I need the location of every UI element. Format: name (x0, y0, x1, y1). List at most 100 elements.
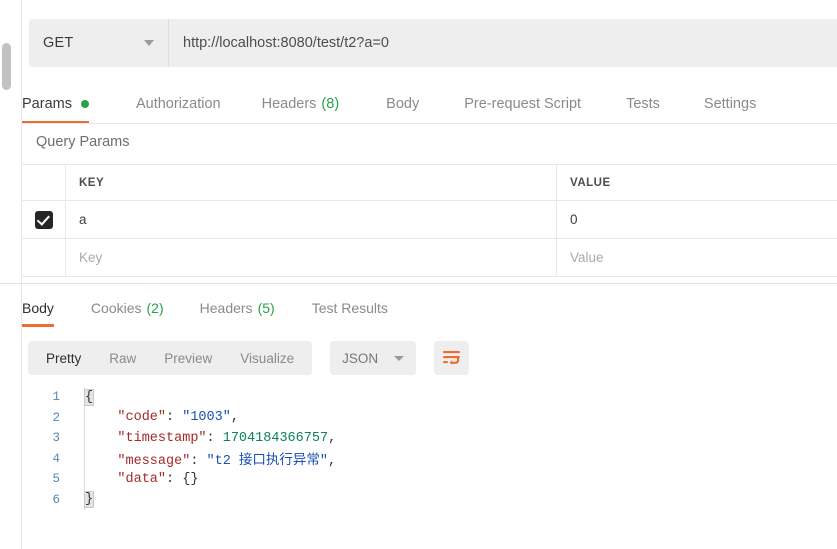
line-number: 4 (52, 451, 60, 466)
response-tab-label: Headers (199, 300, 253, 316)
app-scrollbar-track[interactable] (0, 0, 13, 549)
param-value-cell[interactable]: Value (557, 239, 837, 276)
code-line: 1{ (28, 387, 828, 408)
table-row[interactable]: a0 (22, 201, 837, 239)
json-token-punct: : (190, 454, 207, 470)
request-tab-pre-request-script[interactable]: Pre-request Script (464, 83, 581, 124)
param-value-cell[interactable]: 0 (557, 201, 837, 238)
line-number: 5 (52, 472, 60, 487)
request-tabs-divider (22, 123, 837, 124)
code-text: "data": {} (85, 472, 198, 487)
json-token-brace-hl: } (83, 491, 95, 509)
response-tab-body[interactable]: Body (22, 289, 54, 327)
header-cell-checkbox (22, 165, 66, 200)
request-tab-headers[interactable]: Headers (8) (262, 83, 340, 124)
request-tab-label: Params (22, 95, 72, 112)
response-section-divider (0, 283, 837, 284)
line-number: 1 (52, 390, 60, 405)
line-number: 2 (52, 410, 60, 425)
row-checkbox-cell (22, 201, 66, 238)
http-method-selector[interactable]: GET (29, 19, 168, 67)
param-key-cell[interactable]: Key (66, 239, 557, 276)
param-value-text: 0 (570, 212, 578, 227)
json-token-key: "timestamp" (117, 430, 207, 446)
response-tab-test-results[interactable]: Test Results (312, 289, 388, 327)
json-token-str: "1003" (182, 410, 231, 426)
response-language-selector[interactable]: JSON (330, 341, 417, 375)
request-tab-params[interactable]: Params (22, 83, 89, 124)
response-format-toolbar: Pretty Raw Preview Visualize JSON (28, 341, 470, 375)
view-mode-visualize[interactable]: Visualize (226, 341, 308, 375)
param-key-placeholder: Key (79, 250, 103, 265)
json-token-punct: : (166, 471, 183, 487)
url-input[interactable]: http://localhost:8080/test/t2?a=0 (169, 19, 837, 67)
request-url-bar: GET http://localhost:8080/test/t2?a=0 (29, 19, 837, 67)
line-number: 6 (52, 492, 60, 507)
json-token-key: "message" (117, 454, 191, 470)
http-method-label: GET (43, 35, 74, 51)
row-checkbox-cell (22, 239, 66, 276)
app-scrollbar-thumb[interactable] (2, 43, 11, 90)
response-body-json[interactable]: 1{2 "code": "1003", 3 "timestamp": 170418… (28, 387, 828, 537)
header-cell-key: KEY (66, 165, 557, 200)
response-language-label: JSON (342, 350, 379, 366)
response-tab-bar: Body Cookies (2) Headers (5) Test Results (22, 289, 837, 327)
param-enabled-checkbox[interactable] (34, 210, 53, 229)
request-tab-label: Headers (261, 95, 317, 112)
request-tab-label: Authorization (135, 95, 221, 112)
header-cell-value: VALUE (557, 165, 837, 200)
chevron-down-icon (394, 355, 405, 361)
table-row[interactable]: Key Value (22, 239, 837, 277)
view-mode-preview[interactable]: Preview (150, 341, 226, 375)
code-line: 4 "message": "t2 接口执行异常", (28, 448, 828, 469)
json-token-brace-hl: { (83, 388, 95, 406)
json-token-punct: : (166, 410, 183, 426)
json-token-punct: , (328, 430, 337, 446)
param-key-cell[interactable]: a (66, 201, 557, 238)
code-text: "message": "t2 接口执行异常", (85, 448, 336, 469)
request-tab-bar: Params Authorization Headers (8) Body Pre-req… (22, 83, 837, 124)
response-tab-label: Cookies (90, 300, 142, 316)
request-tab-label: Settings (703, 95, 757, 112)
json-token-punct (85, 454, 117, 469)
request-tab-authorization[interactable]: Authorization (136, 83, 221, 124)
json-token-punct: , (230, 410, 239, 426)
word-wrap-button[interactable] (434, 341, 470, 375)
json-token-punct: , (328, 454, 337, 470)
request-tab-body[interactable]: Body (386, 83, 419, 124)
code-line: 3 "timestamp": 1704184366757, (28, 428, 828, 449)
code-text: "timestamp": 1704184366757, (85, 431, 336, 446)
json-token-punct: : (206, 430, 223, 446)
code-text: "code": "1003", (85, 410, 239, 425)
code-text: } (83, 491, 95, 509)
view-mode-pretty[interactable]: Pretty (32, 341, 95, 375)
postman-request-response-pane: GET http://localhost:8080/test/t2?a=0 Pa… (0, 0, 837, 549)
response-tab-count: (2) (146, 300, 164, 316)
request-tab-count: (8) (321, 95, 340, 112)
response-tab-cookies[interactable]: Cookies (2) (91, 289, 164, 327)
column-header-value: VALUE (570, 176, 611, 189)
response-view-mode-group: Pretty Raw Preview Visualize (28, 341, 313, 375)
json-token-key: "code" (117, 410, 167, 426)
json-token-punct: {} (182, 471, 199, 487)
response-tab-label: Test Results (311, 300, 388, 316)
unsaved-dot-icon (80, 99, 89, 108)
response-tab-headers[interactable]: Headers (5) (200, 289, 275, 327)
code-line: 2 "code": "1003", (28, 407, 828, 428)
url-text: http://localhost:8080/test/t2?a=0 (183, 35, 389, 51)
active-tab-underline (22, 324, 54, 327)
query-params-title: Query Params (36, 134, 130, 150)
view-mode-raw[interactable]: Raw (95, 341, 150, 375)
param-value-placeholder: Value (570, 250, 604, 265)
request-tab-settings[interactable]: Settings (704, 83, 756, 124)
word-wrap-icon (443, 351, 461, 365)
code-line: 5 "data": {} (28, 469, 828, 490)
json-token-key: "data" (117, 471, 167, 487)
request-tab-label: Tests (626, 95, 660, 112)
request-tab-label: Body (386, 95, 420, 112)
response-tab-count: (5) (257, 300, 275, 316)
request-tab-tests[interactable]: Tests (626, 83, 660, 124)
response-tab-label: Body (22, 300, 54, 316)
code-line: 6} (28, 489, 828, 510)
column-header-key: KEY (79, 176, 105, 189)
